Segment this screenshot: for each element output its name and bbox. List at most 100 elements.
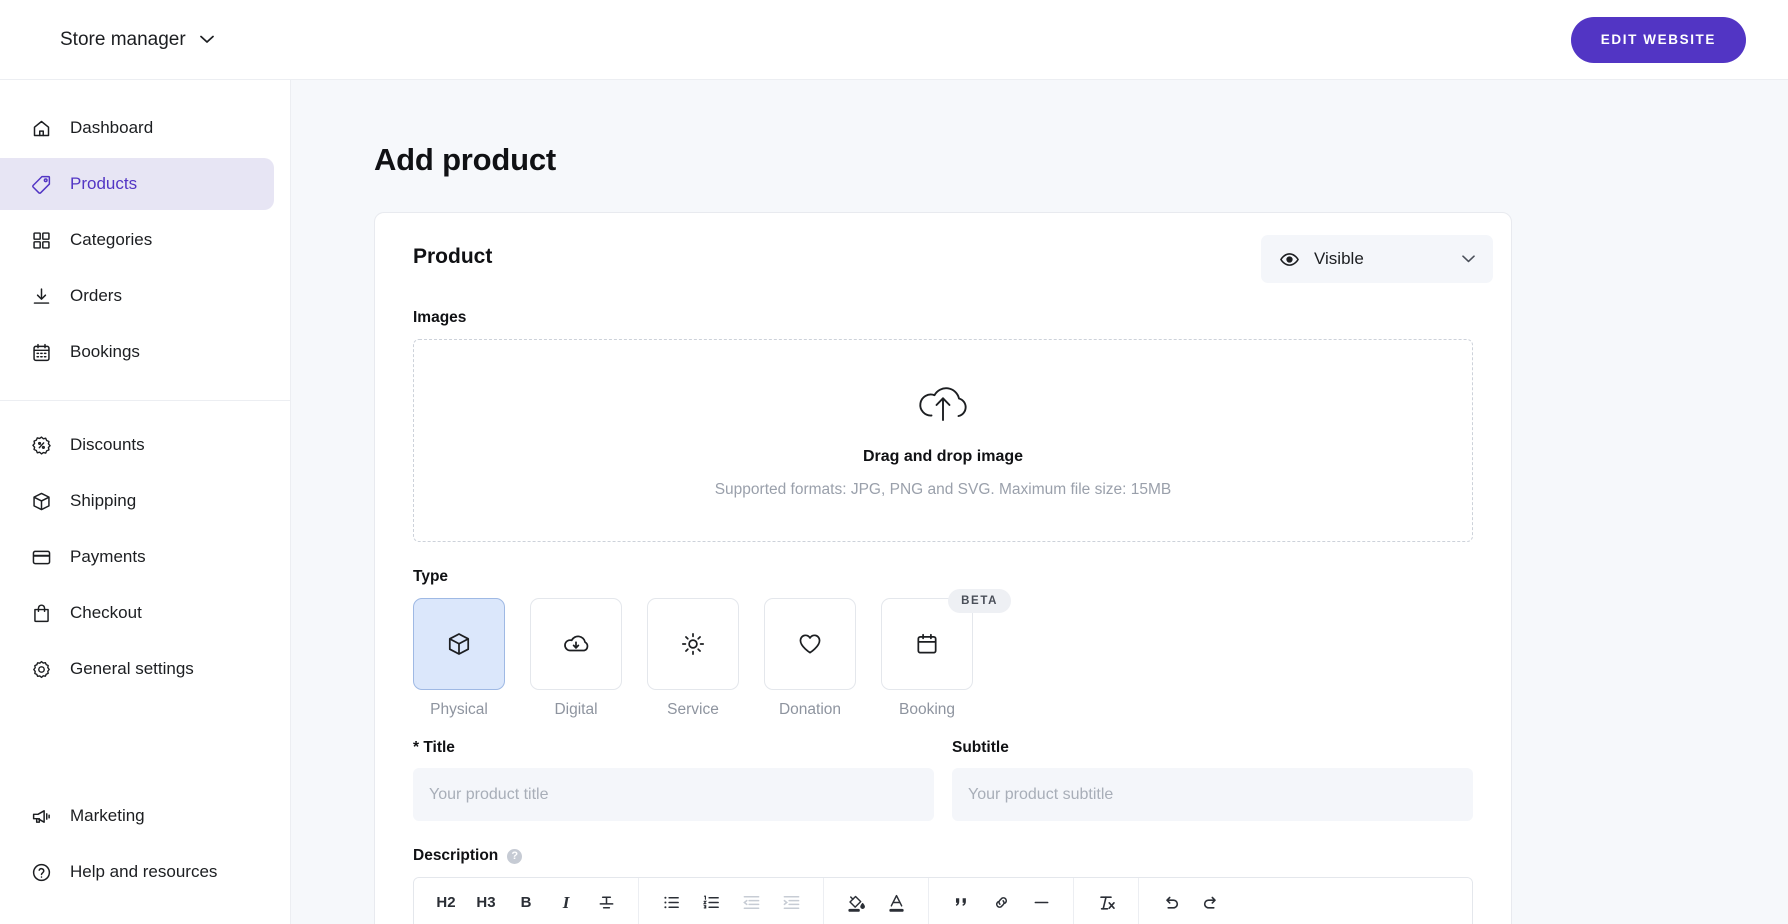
bullet-list-button[interactable] [651, 879, 691, 924]
clear-formatting-button[interactable] [1086, 879, 1126, 924]
box-icon [30, 490, 52, 512]
sidebar-label: Products [70, 174, 138, 193]
redo-icon [1201, 893, 1221, 913]
sidebar-item-dashboard[interactable]: Dashboard [0, 102, 274, 154]
title-input[interactable] [413, 768, 934, 821]
sidebar-item-categories[interactable]: Categories [0, 214, 274, 266]
heart-icon [797, 631, 823, 657]
horizontal-rule-button[interactable] [1021, 879, 1061, 924]
heading-2-button[interactable]: H2 [426, 879, 466, 924]
strikethrough-icon [597, 893, 616, 912]
chevron-down-icon [199, 35, 214, 44]
italic-button[interactable]: I [546, 879, 586, 924]
type-label-text: Type [413, 568, 449, 585]
sidebar-item-products[interactable]: Products [0, 158, 274, 210]
heading-3-button[interactable]: H3 [466, 879, 506, 924]
type-option-booking[interactable]: BETA Booking [881, 589, 1011, 719]
bold-label: B [520, 894, 532, 911]
minus-icon [1032, 893, 1051, 912]
numbered-list-button[interactable] [691, 879, 731, 924]
heading-3-label: H3 [476, 894, 496, 911]
sidebar: Dashboard Products Categories Orders Boo… [0, 80, 291, 924]
type-tile[interactable] [764, 598, 856, 690]
store-switcher[interactable]: Store manager [60, 29, 214, 51]
subtitle-label: Subtitle [952, 739, 1009, 756]
image-dropzone[interactable]: Drag and drop image Supported formats: J… [413, 339, 1473, 542]
indent-button[interactable] [771, 879, 811, 924]
outdent-icon [742, 893, 761, 912]
toolbar-group-clear [1074, 878, 1139, 924]
page-title: Add product [374, 142, 557, 177]
bold-button[interactable]: B [506, 879, 546, 924]
sidebar-label: Discounts [70, 435, 145, 454]
sidebar-item-bookings[interactable]: Bookings [0, 326, 274, 378]
sidebar-label: General settings [70, 659, 194, 678]
question-circle-icon[interactable]: ? [507, 848, 523, 864]
product-card-header: Product Visible [413, 235, 1493, 283]
visibility-dropdown[interactable]: Visible [1261, 235, 1493, 283]
credit-card-icon [30, 546, 52, 568]
fill-color-icon [846, 892, 867, 913]
dropzone-title: Drag and drop image [862, 447, 1024, 465]
gear-icon [30, 658, 52, 680]
clear-format-icon [1096, 893, 1116, 913]
sidebar-group-primary: Dashboard Products Categories Orders Boo… [0, 102, 290, 382]
edit-website-button[interactable]: EDIT WEBSITE [1570, 16, 1746, 63]
link-button[interactable] [981, 879, 1021, 924]
eye-icon [1279, 249, 1300, 270]
type-label-booking: Booking [898, 701, 955, 718]
subtitle-input[interactable] [952, 768, 1473, 821]
type-tile[interactable] [647, 598, 739, 690]
subtitle-field-group: Subtitle [952, 739, 1473, 821]
sidebar-item-discounts[interactable]: Discounts [0, 419, 274, 471]
strikethrough-button[interactable] [586, 879, 626, 924]
numbered-list-icon [702, 893, 721, 912]
app-root: Store manager EDIT WEBSITE Dashboard Pro… [0, 0, 1788, 924]
sidebar-label: Dashboard [70, 118, 154, 137]
visibility-value: Visible [1314, 249, 1364, 268]
undo-button[interactable] [1151, 879, 1191, 924]
title-subtitle-row: * Title Subtitle [413, 739, 1473, 821]
italic-label: I [562, 892, 570, 912]
shopping-bag-icon [30, 602, 52, 624]
megaphone-icon [30, 805, 52, 827]
heading-2-label: H2 [436, 894, 456, 911]
type-option-service[interactable]: Service [647, 598, 739, 719]
type-option-digital[interactable]: Digital [530, 598, 622, 719]
sidebar-label: Help and resources [70, 862, 218, 881]
dropzone-subtitle: Supported formats: JPG, PNG and SVG. Max… [714, 480, 1172, 498]
toolbar-group-lists [639, 878, 824, 924]
title-label: * Title [413, 739, 455, 756]
product-card: Product Visible Images Drag and drop ima… [374, 212, 1512, 924]
type-tile[interactable] [530, 598, 622, 690]
sidebar-item-general-settings[interactable]: General settings [0, 643, 274, 695]
type-label-digital: Digital [554, 701, 598, 718]
blockquote-button[interactable] [941, 879, 981, 924]
cube-icon [446, 631, 472, 657]
sidebar-item-orders[interactable]: Orders [0, 270, 274, 322]
highlight-color-button[interactable] [836, 879, 876, 924]
outdent-button[interactable] [731, 879, 771, 924]
tag-icon [30, 173, 52, 195]
sidebar-item-help-and-resources[interactable]: Help and resources [0, 846, 274, 898]
sidebar-item-checkout[interactable]: Checkout [0, 587, 274, 639]
description-label-text: Description [413, 847, 499, 864]
type-option-physical[interactable]: Physical [413, 598, 505, 719]
sidebar-label: Checkout [70, 603, 142, 622]
toolbar-group-colors [824, 878, 929, 924]
type-selector: Physical Digital Service Donation BETA B… [413, 589, 1473, 719]
text-color-button[interactable] [876, 879, 916, 924]
sidebar-item-shipping[interactable]: Shipping [0, 475, 274, 527]
sidebar-label: Bookings [70, 342, 140, 361]
link-icon [992, 893, 1011, 912]
sidebar-item-marketing[interactable]: Marketing [0, 790, 274, 842]
store-switcher-label: Store manager [60, 28, 186, 50]
redo-button[interactable] [1191, 879, 1231, 924]
sidebar-label: Orders [70, 286, 122, 305]
toolbar-group-text: H2 H3 B I [414, 878, 639, 924]
sidebar-item-payments[interactable]: Payments [0, 531, 274, 583]
type-option-donation[interactable]: Donation [764, 598, 856, 719]
type-tile[interactable] [413, 598, 505, 690]
discount-badge-icon [30, 434, 52, 456]
main-content: Add product Product Visible Images Drag … [291, 80, 1788, 924]
